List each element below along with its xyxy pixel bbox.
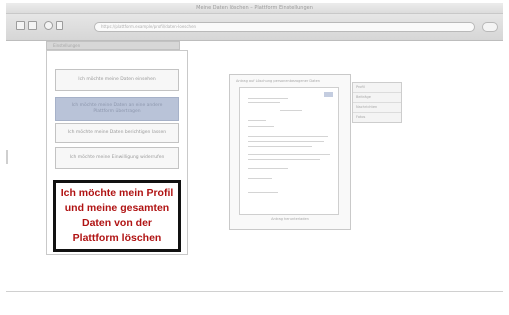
back-icon[interactable] <box>16 21 25 30</box>
window-bottom-border <box>6 291 503 292</box>
browser-toolbar: https://plattform.example/profil/daten-l… <box>6 14 503 41</box>
callout-text: Ich möchte mein Profil und meine gesamte… <box>60 187 174 244</box>
option-transfer-data[interactable]: Ich möchte meine Daten an eine andere Pl… <box>55 97 179 121</box>
option-label: Ich möchte meine Daten an eine andere Pl… <box>71 103 163 114</box>
option-label: Ich möchte meine Daten einsehen <box>78 77 156 82</box>
delete-profile-callout[interactable]: Ich möchte mein Profil und meine gesamte… <box>53 180 181 252</box>
doc-text-line <box>248 98 288 99</box>
table-row: Beiträge <box>353 93 401 103</box>
doc-text-line <box>248 102 280 103</box>
doc-text-line <box>280 110 302 111</box>
doc-text-line <box>248 136 328 137</box>
doc-text-line <box>248 141 324 142</box>
table-row: Nachrichten <box>353 103 401 113</box>
document-preview: Antrag auf Löschung personenbezogener Da… <box>229 74 351 230</box>
address-bar[interactable]: https://plattform.example/profil/daten-l… <box>94 22 475 32</box>
document-logo <box>324 92 333 97</box>
doc-text-line <box>248 159 320 160</box>
title-bar: Meine Daten löschen – Plattform Einstell… <box>6 3 503 14</box>
document-page <box>239 87 339 215</box>
option-view-data[interactable]: Ich möchte meine Daten einsehen <box>55 69 179 91</box>
search-icon[interactable] <box>482 22 498 32</box>
table-row: Profil <box>353 83 401 93</box>
window-edge-handle <box>6 150 8 164</box>
option-correct-data[interactable]: Ich möchte meine Daten berichtigen lasse… <box>55 123 179 143</box>
option-revoke-consent[interactable]: Ich möchte meine Einwilligung widerrufen <box>55 147 179 169</box>
doc-text-line <box>248 192 278 193</box>
download-link[interactable]: Antrag herunterladen <box>230 217 350 222</box>
doc-text-line <box>248 146 312 147</box>
data-categories-table: Profil Beiträge Nachrichten Fotos <box>352 82 402 123</box>
doc-text-line <box>248 154 330 155</box>
document-header: Antrag auf Löschung personenbezogener Da… <box>236 79 320 83</box>
option-label: Ich möchte meine Daten berichtigen lasse… <box>67 130 167 135</box>
option-label: Ich möchte meine Einwilligung widerrufen <box>69 155 165 160</box>
window-title: Meine Daten löschen – Plattform Einstell… <box>196 5 313 11</box>
doc-text-line <box>248 178 272 179</box>
sidebar-icon[interactable] <box>56 21 63 30</box>
doc-text-line <box>248 120 266 121</box>
doc-text-line <box>248 168 288 169</box>
doc-text-line <box>248 126 274 127</box>
add-icon[interactable] <box>44 21 53 30</box>
forward-icon[interactable] <box>28 21 37 30</box>
table-row: Fotos <box>356 115 366 119</box>
app-window: Meine Daten löschen – Plattform Einstell… <box>0 0 509 315</box>
tab-settings[interactable]: Einstellungen <box>46 41 180 50</box>
